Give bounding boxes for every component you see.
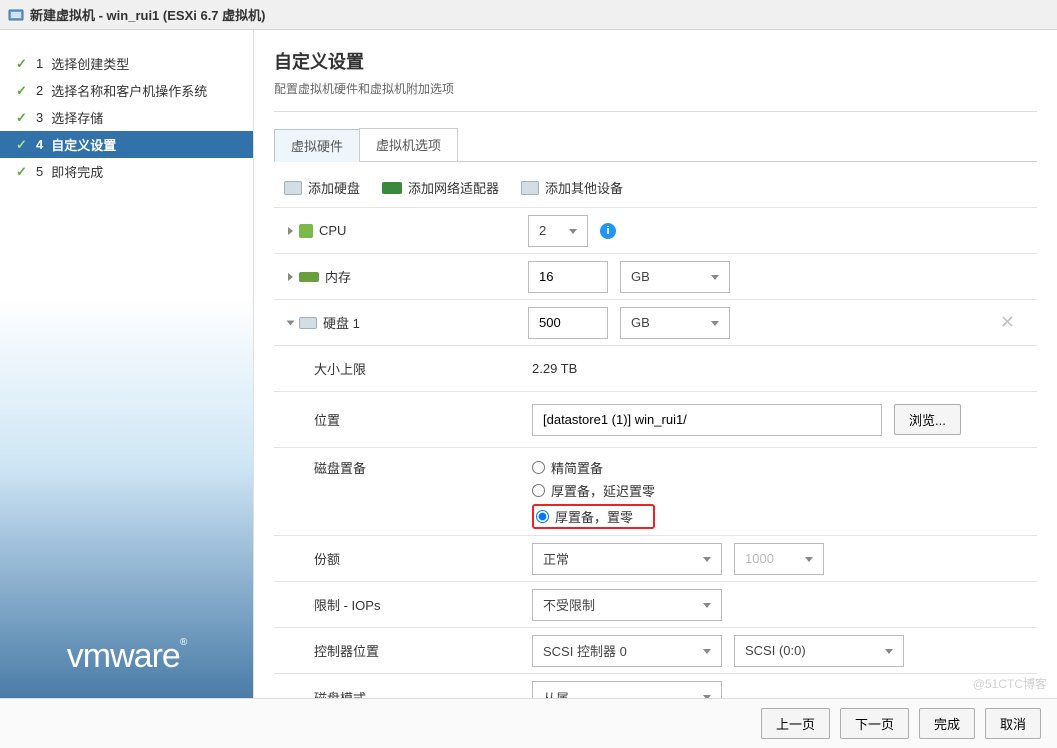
iops-limit-select[interactable]: 不受限制 — [532, 589, 722, 621]
vm-icon — [8, 7, 24, 23]
add-network-adapter-button[interactable]: 添加网络适配器 — [382, 178, 499, 197]
cpu-icon — [299, 224, 313, 238]
row-shares: 份额 正常 1000 — [274, 536, 1037, 582]
dialog-titlebar: 新建虚拟机 - win_rui1 (ESXi 6.7 虚拟机) — [0, 0, 1057, 30]
tab-bar: 虚拟硬件 虚拟机选项 — [274, 128, 1037, 162]
step-num: 3 — [36, 110, 43, 125]
page-subtitle: 配置虚拟机硬件和虚拟机附加选项 — [274, 80, 1037, 97]
hard-disk-icon — [299, 317, 317, 329]
step-label: 选择创建类型 — [51, 54, 129, 73]
wizard-content: 自定义设置 配置虚拟机硬件和虚拟机附加选项 虚拟硬件 虚拟机选项 添加硬盘 添加… — [253, 30, 1057, 698]
check-icon: ✓ — [16, 83, 28, 99]
disk-unit-select[interactable]: GB — [620, 307, 730, 339]
disk-size-input[interactable] — [528, 307, 608, 339]
step-num: 1 — [36, 56, 43, 71]
step-label: 即将完成 — [51, 162, 103, 181]
watermark: @51CTC博客 — [973, 675, 1047, 692]
controller-select[interactable]: SCSI 控制器 0 — [532, 635, 722, 667]
browse-button[interactable]: 浏览... — [894, 404, 961, 435]
memory-icon — [299, 272, 319, 282]
step-label: 选择名称和客户机操作系统 — [51, 81, 207, 100]
divider — [274, 111, 1037, 112]
row-controller-location: 控制器位置 SCSI 控制器 0 SCSI (0:0) — [274, 628, 1037, 674]
step-num: 5 — [36, 164, 43, 179]
controller-position-select[interactable]: SCSI (0:0) — [734, 635, 904, 667]
info-icon[interactable]: i — [600, 223, 616, 239]
cancel-button[interactable]: 取消 — [985, 708, 1041, 739]
dialog-title: 新建虚拟机 - win_rui1 (ESXi 6.7 虚拟机) — [30, 5, 265, 24]
check-icon: ✓ — [16, 164, 28, 180]
disk-mode-select[interactable]: 从属 — [532, 681, 722, 698]
row-location: 位置 浏览... — [274, 392, 1037, 448]
tab-virtual-hardware[interactable]: 虚拟硬件 — [274, 129, 360, 162]
step-num: 2 — [36, 83, 43, 98]
max-size-value: 2.29 TB — [532, 361, 1027, 376]
expand-icon[interactable] — [287, 320, 295, 325]
add-other-device-button[interactable]: 添加其他设备 — [521, 178, 623, 197]
step-label: 选择存储 — [51, 108, 103, 127]
next-button[interactable]: 下一页 — [840, 708, 909, 739]
network-adapter-icon — [382, 182, 402, 194]
add-device-bar: 添加硬盘 添加网络适配器 添加其他设备 — [274, 174, 1037, 207]
dialog-footer: 上一页 下一页 完成 取消 — [0, 698, 1057, 748]
wizard-step-1[interactable]: ✓ 1 选择创建类型 — [0, 50, 253, 77]
memory-unit-select[interactable]: GB — [620, 261, 730, 293]
row-memory: 内存 GB — [274, 254, 1037, 300]
wizard-step-4[interactable]: ✓ 4 自定义设置 — [0, 131, 253, 158]
radio-thick-lazy-zero[interactable]: 厚置备，延迟置零 — [532, 481, 655, 500]
shares-level-select[interactable]: 正常 — [532, 543, 722, 575]
row-disk-mode: 磁盘模式 从属 — [274, 674, 1037, 698]
cpu-count-select[interactable]: 2 — [528, 215, 588, 247]
wizard-step-3[interactable]: ✓ 3 选择存储 — [0, 104, 253, 131]
expand-icon[interactable] — [288, 273, 293, 281]
row-disk: 硬盘 1 GB ✕ — [274, 300, 1037, 346]
step-num: 4 — [36, 137, 43, 152]
memory-size-input[interactable] — [528, 261, 608, 293]
row-max-size: 大小上限 2.29 TB — [274, 346, 1037, 392]
row-provisioning: 磁盘置备 精简置备 厚置备，延迟置零 厚置备，置零 — [274, 448, 1037, 536]
check-icon: ✓ — [16, 110, 28, 126]
radio-thin-provision[interactable]: 精简置备 — [532, 458, 655, 477]
add-hard-disk-button[interactable]: 添加硬盘 — [284, 178, 360, 197]
shares-value-select[interactable]: 1000 — [734, 543, 824, 575]
check-icon: ✓ — [16, 137, 28, 153]
tab-vm-options[interactable]: 虚拟机选项 — [359, 128, 458, 161]
row-iops-limit: 限制 - IOPs 不受限制 — [274, 582, 1037, 628]
hardware-panel: CPU 2 i 内存 GB — [274, 207, 1037, 698]
location-input[interactable] — [532, 404, 882, 436]
wizard-step-2[interactable]: ✓ 2 选择名称和客户机操作系统 — [0, 77, 253, 104]
radio-thick-eager-zero[interactable]: 厚置备，置零 — [536, 507, 633, 526]
hard-disk-icon — [284, 181, 302, 195]
check-icon: ✓ — [16, 56, 28, 72]
vmware-logo: vmware® — [0, 637, 253, 676]
remove-disk-icon[interactable]: ✕ — [1000, 312, 1015, 333]
prev-button[interactable]: 上一页 — [761, 708, 830, 739]
device-icon — [521, 181, 539, 195]
row-cpu: CPU 2 i — [274, 208, 1037, 254]
page-title: 自定义设置 — [274, 48, 1037, 74]
wizard-step-5[interactable]: ✓ 5 即将完成 — [0, 158, 253, 185]
wizard-sidebar: ✓ 1 选择创建类型 ✓ 2 选择名称和客户机操作系统 ✓ 3 选择存储 ✓ 4… — [0, 30, 253, 698]
finish-button[interactable]: 完成 — [919, 708, 975, 739]
expand-icon[interactable] — [288, 227, 293, 235]
highlight-thick-eager-zero: 厚置备，置零 — [532, 504, 655, 529]
step-label: 自定义设置 — [51, 135, 116, 154]
